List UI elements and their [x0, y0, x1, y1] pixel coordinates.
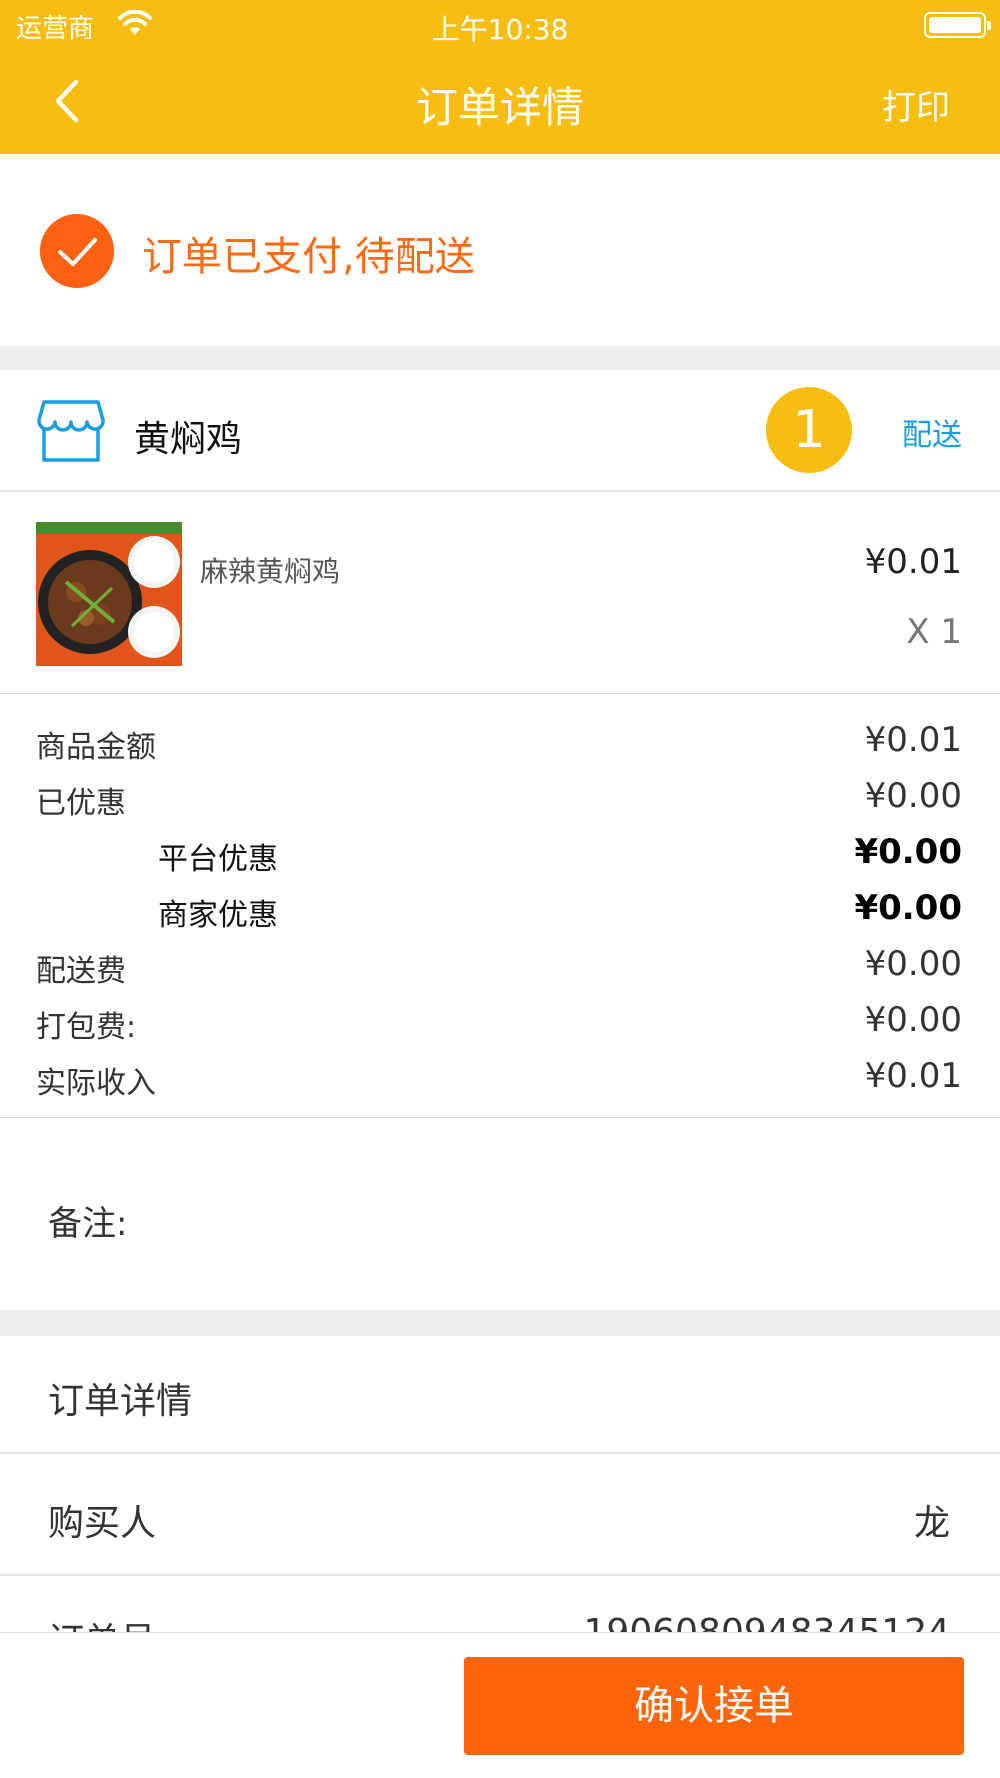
confirm-order-button[interactable]: 确认接单	[464, 1657, 964, 1755]
order-status-card: 订单已支付,待配送	[0, 154, 1000, 346]
order-number-label: 订单号	[48, 1612, 156, 1634]
dish-image	[36, 522, 182, 666]
row-value: ¥0.00	[864, 1000, 962, 1040]
bottom-action-bar: 确认接单	[0, 1632, 1000, 1778]
price-breakdown: 商品金额 ¥0.01 已优惠 ¥0.00 平台优惠 ¥0.00 商家优惠 ¥0.…	[0, 696, 1000, 1118]
row-value: ¥0.00	[854, 888, 962, 928]
row-label: 商品金额	[36, 730, 156, 765]
section-divider	[0, 1310, 1000, 1336]
order-index-badge: 1	[766, 387, 852, 473]
breakdown-row-platform-discount: 平台优惠 ¥0.00	[0, 826, 1000, 882]
buyer-row: 购买人 龙	[0, 1456, 1000, 1576]
row-label: 商家优惠	[158, 898, 278, 933]
order-details-title: 订单详情	[48, 1381, 193, 1422]
store-icon	[37, 400, 105, 462]
row-value: ¥0.01	[864, 1056, 962, 1096]
row-value: ¥0.00	[864, 944, 962, 984]
item-name: 麻辣黄焖鸡	[200, 555, 341, 588]
row-label: 平台优惠	[158, 842, 278, 877]
shop-row: 黄焖鸡 1 配送	[0, 370, 1000, 492]
nav-bar: 订单详情 打印	[0, 56, 1000, 146]
breakdown-row-discount: 已优惠 ¥0.00	[0, 770, 1000, 826]
order-details-header: 订单详情	[0, 1336, 1000, 1454]
status-bar: 运营商 上午10:38	[0, 0, 1000, 50]
item-quantity: X 1	[906, 612, 962, 652]
row-value: ¥0.00	[864, 776, 962, 816]
row-label: 实际收入	[36, 1066, 156, 1101]
buyer-value: 龙	[913, 1503, 950, 1544]
item-price: ¥0.01	[864, 542, 962, 582]
order-number-value: 1906080948345124	[583, 1612, 950, 1634]
print-button[interactable]: 打印	[882, 80, 950, 129]
breakdown-row-delivery-fee: 配送费 ¥0.00	[0, 938, 1000, 994]
shop-name: 黄焖鸡	[134, 419, 243, 460]
row-value: ¥0.01	[864, 720, 962, 760]
breakdown-row-actual-income: 实际收入 ¥0.01	[0, 1050, 1000, 1106]
row-label: 打包费:	[36, 1010, 137, 1045]
page-title: 订单详情	[415, 83, 584, 132]
check-circle-icon	[40, 214, 114, 288]
clock: 上午10:38	[431, 13, 569, 46]
order-number-row: 订单号 1906080948345124	[0, 1578, 1000, 1634]
remark-section: 备注:	[0, 1120, 1000, 1310]
breakdown-row-packing-fee: 打包费: ¥0.00	[0, 994, 1000, 1050]
row-label: 配送费	[36, 954, 126, 989]
order-status-text: 订单已支付,待配送	[142, 234, 475, 280]
buyer-label: 购买人	[48, 1503, 157, 1544]
breakdown-row-goods: 商品金额 ¥0.01	[0, 714, 1000, 770]
row-value: ¥0.00	[854, 832, 962, 872]
top-bar: 运营商 上午10:38 订单详情 打印	[0, 0, 1000, 154]
battery-icon	[924, 12, 991, 38]
section-divider	[0, 346, 1000, 370]
breakdown-row-merchant-discount: 商家优惠 ¥0.00	[0, 882, 1000, 938]
row-label: 已优惠	[36, 786, 126, 821]
delivery-link[interactable]: 配送	[902, 410, 962, 454]
remark-label: 备注:	[48, 1204, 128, 1244]
order-item: 麻辣黄焖鸡 ¥0.01 X 1	[0, 494, 1000, 694]
